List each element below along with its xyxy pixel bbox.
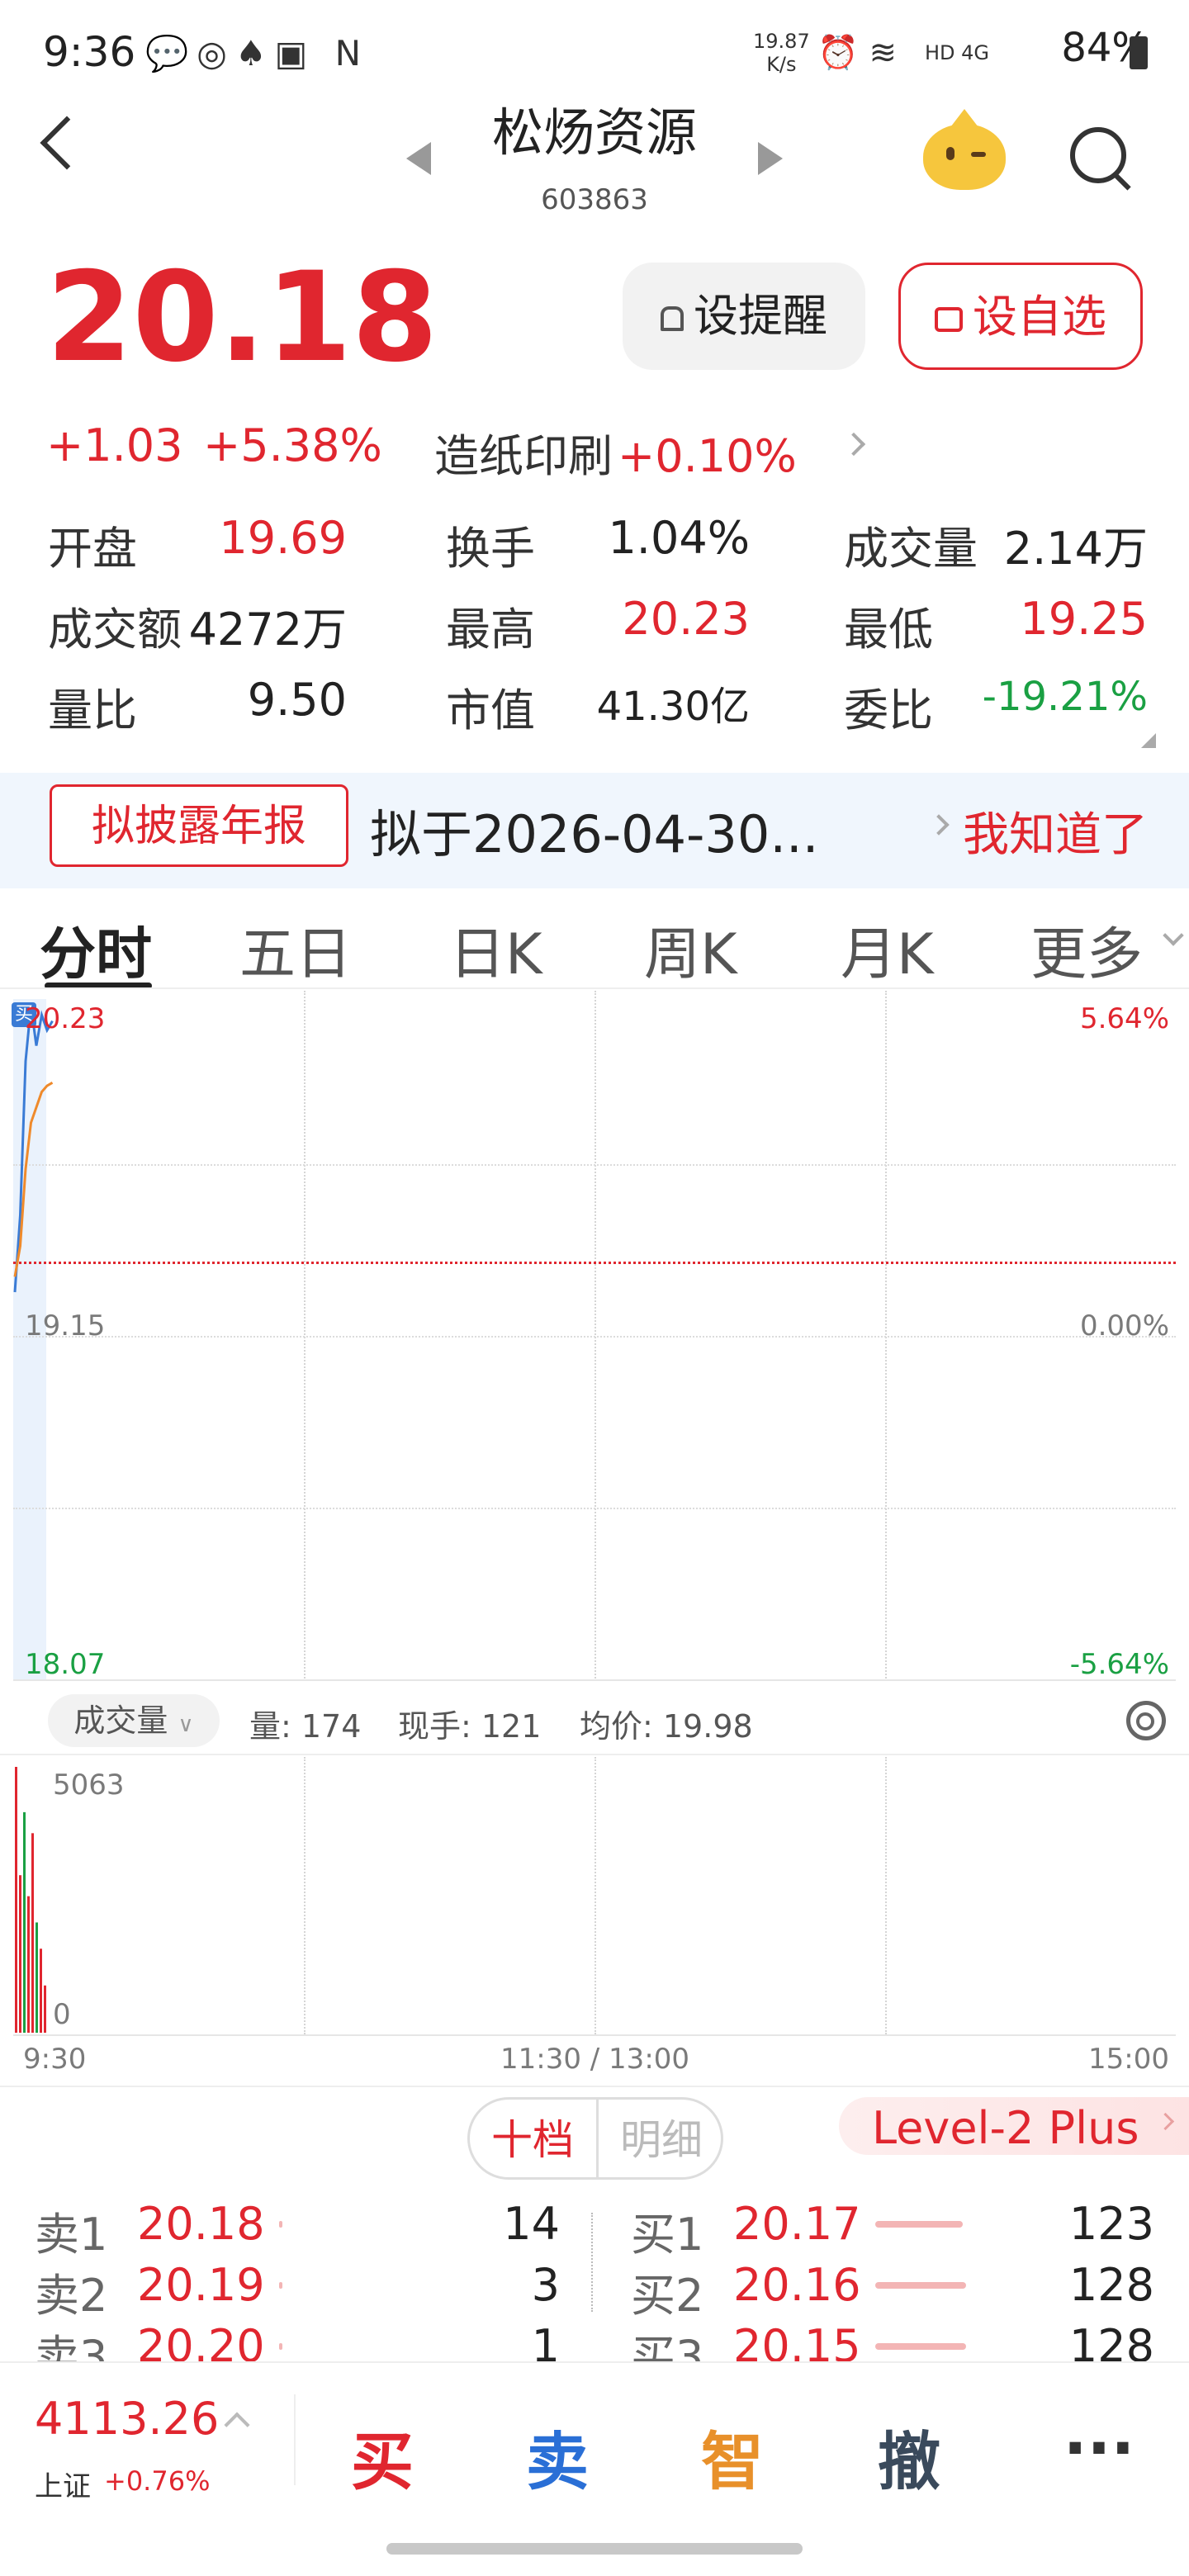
grid-line	[885, 1757, 887, 2034]
bid-level-label: 买2	[631, 2270, 704, 2322]
ask-level-label: 卖2	[35, 2270, 108, 2322]
ask-level-label: 卖1	[35, 2209, 108, 2261]
index-value[interactable]: 4113.26	[35, 2393, 219, 2445]
ask-price: 20.18	[137, 2198, 265, 2250]
axis-low-price: 18.07	[25, 1648, 106, 1681]
bid-quantity: 128	[1068, 2259, 1154, 2311]
current-hand-info: 现手: 121	[398, 1708, 542, 1745]
volume-bar	[40, 1949, 42, 2033]
grid-line	[304, 1757, 306, 2034]
index-name: 上证	[35, 2470, 91, 2503]
volume-depth-bar	[279, 2282, 282, 2289]
home-indicator[interactable]	[386, 2543, 803, 2555]
avg-price-info: 均价: 19.98	[580, 1708, 753, 1745]
volume-depth-bar	[279, 2343, 282, 2350]
price-chart-svg	[13, 1005, 54, 2033]
more-options-button[interactable]: ···	[1054, 2411, 1144, 2484]
bid-level-label: 买1	[631, 2209, 704, 2261]
volume-depth-bar	[279, 2221, 282, 2228]
volume-bar	[23, 1811, 26, 2033]
cancel-order-button[interactable]: 撤	[864, 2411, 955, 2502]
volume-bar	[31, 1833, 34, 2033]
volume-depth-bar	[875, 2221, 963, 2228]
index-percent: +0.76%	[104, 2465, 211, 2497]
tab-trade-details[interactable]: 明细	[596, 2099, 724, 2178]
volume-bar	[15, 1767, 17, 2033]
axis-pre-close: 19.15	[25, 1309, 106, 1342]
time-start-label: 9:30	[23, 2043, 87, 2076]
divider	[0, 1754, 1189, 1755]
orderbook-divider	[591, 2213, 593, 2312]
time-end-label: 15:00	[1088, 2043, 1169, 2076]
bid-price: 20.17	[733, 2198, 861, 2250]
volume-bar	[44, 1985, 46, 2033]
grid-line	[594, 1757, 596, 2034]
volume-indicator-select[interactable]: 成交量 ∨	[48, 1694, 220, 1747]
settings-icon-center	[1136, 1712, 1154, 1731]
ask-quantity: 14	[503, 2198, 560, 2250]
smart-order-button[interactable]: 智	[687, 2411, 778, 2502]
time-mid-label: 11:30 / 13:00	[500, 2043, 690, 2076]
volume-bar	[19, 1875, 21, 2033]
volume-info: 量: 174	[249, 1708, 362, 1745]
axis-zero-pct: 0.00%	[1079, 1309, 1169, 1342]
volume-baseline	[13, 2034, 1176, 2036]
volume-depth-bar	[875, 2343, 966, 2350]
chevron-down-icon: ∨	[178, 1712, 194, 1737]
volume-indicator-label: 成交量	[73, 1702, 168, 1739]
axis-low-pct: -5.64%	[1069, 1648, 1169, 1681]
tab-ten-levels[interactable]: 十档	[469, 2099, 596, 2178]
sell-button[interactable]: 卖	[512, 2411, 603, 2502]
ask-quantity: 3	[531, 2259, 560, 2311]
volume-depth-bar	[875, 2282, 966, 2289]
level2-plus-label: Level-2 Plus	[872, 2102, 1139, 2154]
bid-quantity: 123	[1068, 2198, 1154, 2250]
ask-price: 20.19	[137, 2259, 265, 2311]
volume-bar	[27, 1896, 30, 2033]
buy-button[interactable]: 买	[337, 2411, 428, 2502]
volume-max-label: 5063	[53, 1769, 125, 1802]
axis-high-pct: 5.64%	[1079, 1002, 1169, 1035]
separator	[294, 2394, 296, 2485]
volume-bar	[36, 1922, 38, 2033]
divider	[0, 2086, 1189, 2087]
axis-high-price: 20.23	[25, 1002, 106, 1035]
volume-min-label: 0	[53, 1998, 71, 2031]
bid-price: 20.16	[733, 2259, 861, 2311]
